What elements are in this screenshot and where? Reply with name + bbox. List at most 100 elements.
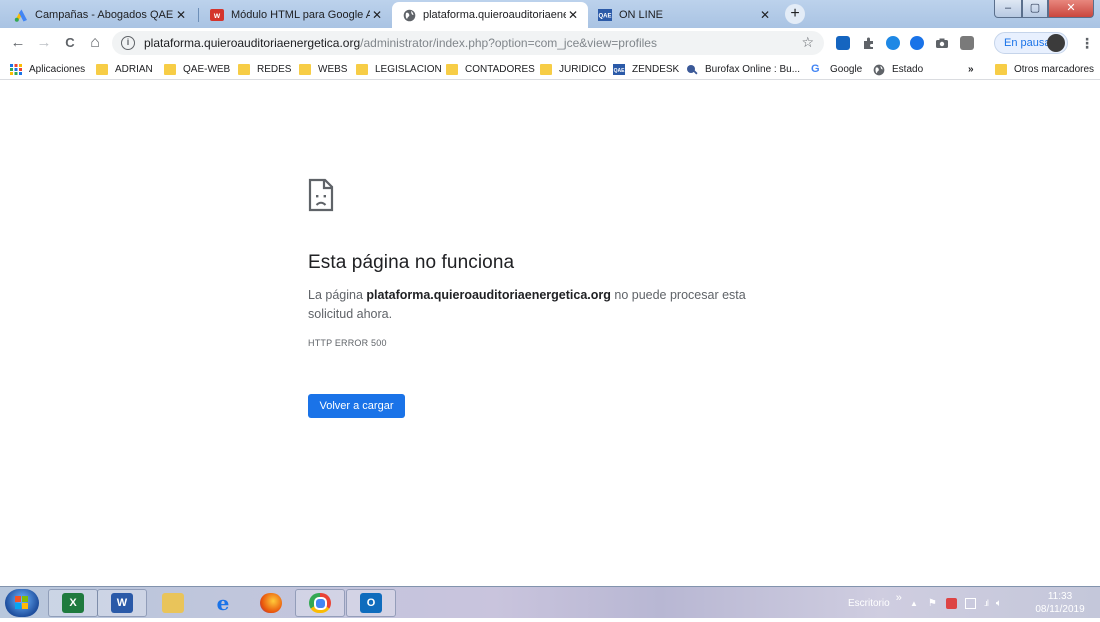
- address-bar[interactable]: i plataforma.quieroauditoriaenergetica.o…: [112, 31, 824, 55]
- new-tab-button[interactable]: +: [785, 4, 805, 24]
- folder-icon: [238, 63, 250, 75]
- svg-text:w: w: [213, 11, 221, 20]
- error-title: Esta página no funciona: [308, 252, 515, 273]
- bookmark-redes[interactable]: REDES: [238, 61, 291, 77]
- taskbar-word-button[interactable]: W: [97, 589, 147, 617]
- close-tab-icon[interactable]: ✕: [174, 8, 188, 22]
- flag-icon[interactable]: ⚑: [928, 598, 937, 609]
- bookmark-label: Otros marcadores: [1014, 63, 1095, 75]
- taskbar-outlook-button[interactable]: O: [346, 589, 396, 617]
- clock-date: 08/11/2019: [1035, 604, 1085, 615]
- sad-page-icon: [308, 178, 334, 212]
- camera-icon[interactable]: [935, 36, 949, 50]
- tray-up-arrow-icon[interactable]: ▲: [910, 599, 918, 608]
- file-explorer-icon: [162, 593, 184, 613]
- tab-modulo-html[interactable]: w Módulo HTML para Google Adw ✕: [200, 2, 392, 28]
- bookmark-aplicaciones[interactable]: Aplicaciones: [10, 61, 85, 77]
- error-code: HTTP ERROR 500: [308, 338, 387, 348]
- start-button[interactable]: [5, 589, 39, 617]
- extension-lock-icon[interactable]: [836, 36, 850, 50]
- bookmark-label: JURIDICO: [559, 63, 607, 75]
- home-button[interactable]: ⌂: [86, 34, 104, 52]
- taskbar-chrome-button[interactable]: [295, 589, 345, 617]
- reload-button[interactable]: C: [61, 34, 79, 52]
- tab-title: Módulo HTML para Google Adw: [231, 9, 370, 21]
- url-host: plataforma.quieroauditoriaenergetica.org: [144, 36, 361, 50]
- error-desc-prefix: La página: [308, 288, 367, 302]
- chrome-menu-icon[interactable]: ⋮: [1080, 34, 1094, 52]
- extension-bookmark-icon[interactable]: [910, 36, 924, 50]
- bookmark-google[interactable]: G Google: [811, 61, 862, 77]
- back-button[interactable]: ←: [9, 34, 27, 52]
- folder-icon: [299, 63, 311, 75]
- network-adapter-icon[interactable]: [964, 597, 976, 609]
- folder-icon: [164, 63, 176, 75]
- minimize-button[interactable]: –: [994, 0, 1022, 18]
- bookmark-adrian[interactable]: ADRIAN: [96, 61, 153, 77]
- bookmark-label: Estado: [892, 63, 924, 75]
- bookmark-juridico[interactable]: JURIDICO: [540, 61, 606, 77]
- svg-text:QAE: QAE: [598, 14, 611, 20]
- excel-icon: X: [62, 593, 84, 613]
- taskbar-firefox-button[interactable]: [246, 589, 296, 617]
- bookmark-label: QAE-WEB: [183, 63, 231, 75]
- folder-icon: [446, 63, 458, 75]
- avatar: [1047, 34, 1065, 52]
- desktop-expand-icon[interactable]: »: [896, 592, 902, 604]
- svg-text:QAE: QAE: [614, 67, 625, 73]
- chrome-icon: [309, 593, 331, 613]
- globe-icon: [402, 8, 416, 22]
- bookmark-webs[interactable]: WEBS: [299, 61, 347, 77]
- reload-page-button[interactable]: Volver a cargar: [308, 394, 405, 418]
- maximize-button[interactable]: ▢: [1022, 0, 1048, 18]
- folder-icon: [96, 63, 108, 75]
- info-icon[interactable]: i: [121, 36, 135, 50]
- windows-taskbar: X W e O Escritorio » ▲ ⚑ .ıl 🔈︎ 11:33 08…: [0, 586, 1100, 618]
- apps-grid-icon: [10, 63, 22, 75]
- extension-gear-icon[interactable]: [960, 36, 974, 50]
- close-tab-icon[interactable]: ✕: [370, 8, 384, 22]
- folder-icon: [356, 63, 368, 75]
- url-text[interactable]: plataforma.quieroauditoriaenergetica.org…: [144, 36, 657, 50]
- tab-plataforma-active[interactable]: plataforma.quieroauditoriaenerg ✕: [392, 2, 588, 28]
- desktop-toolbar[interactable]: Escritorio »: [848, 587, 902, 619]
- bookmark-estado[interactable]: Estado: [873, 61, 923, 77]
- bookmark-legislacion[interactable]: LEGISLACION: [356, 61, 442, 77]
- internet-explorer-icon: e: [216, 591, 230, 615]
- globe-icon: [873, 64, 885, 75]
- bookmark-contadores[interactable]: CONTADORES: [446, 61, 535, 77]
- bookmark-star-icon[interactable]: ☆: [801, 34, 814, 51]
- clock-time: 11:33: [1047, 591, 1073, 602]
- bookmark-burofax[interactable]: Burofax Online : Bu...: [686, 61, 800, 77]
- forward-button[interactable]: →: [35, 34, 53, 52]
- puzzle-icon[interactable]: [862, 36, 876, 50]
- volume-icon[interactable]: 🔈︎: [996, 598, 1002, 609]
- taskbar-excel-button[interactable]: X: [48, 589, 98, 617]
- bookmark-label: Google: [830, 63, 863, 75]
- taskbar-ie-button[interactable]: e: [198, 589, 248, 617]
- close-tab-icon[interactable]: ✕: [566, 8, 580, 22]
- google-icon: G: [811, 62, 820, 75]
- bookmark-zendesk[interactable]: QAE ZENDESK: [613, 61, 679, 77]
- more-bookmarks-button[interactable]: »: [968, 61, 974, 77]
- taskbar-explorer-button[interactable]: [148, 589, 198, 617]
- bookmark-qae-web[interactable]: QAE-WEB: [164, 61, 230, 77]
- desktop-label: Escritorio: [848, 597, 890, 609]
- folder-icon: [995, 63, 1007, 75]
- bookmark-otros-marcadores[interactable]: Otros marcadores: [995, 61, 1094, 77]
- tab-campanas[interactable]: Campañas - Abogados QAE - Go ✕: [4, 2, 196, 28]
- tab-strip: Campañas - Abogados QAE - Go ✕ w Módulo …: [0, 0, 1100, 28]
- bookmark-label: ADRIAN: [115, 63, 153, 75]
- antivirus-icon[interactable]: [945, 597, 957, 609]
- close-tab-icon[interactable]: ✕: [758, 8, 772, 22]
- browser-toolbar: ← → C ⌂ i plataforma.quieroauditoriaener…: [0, 28, 1100, 58]
- bookmark-label: REDES: [257, 63, 292, 75]
- profile-paused-button[interactable]: En pausa: [994, 32, 1068, 54]
- tab-separator: [198, 8, 199, 22]
- extension-chat-icon[interactable]: [886, 36, 900, 50]
- firefox-icon: [260, 593, 282, 613]
- taskbar-clock[interactable]: 11:33 08/11/2019: [1030, 590, 1090, 616]
- window-close-button[interactable]: ✕: [1048, 0, 1094, 18]
- signal-icon[interactable]: .ıl: [984, 598, 989, 608]
- tab-on-line[interactable]: QAE ON LINE ✕: [588, 2, 780, 28]
